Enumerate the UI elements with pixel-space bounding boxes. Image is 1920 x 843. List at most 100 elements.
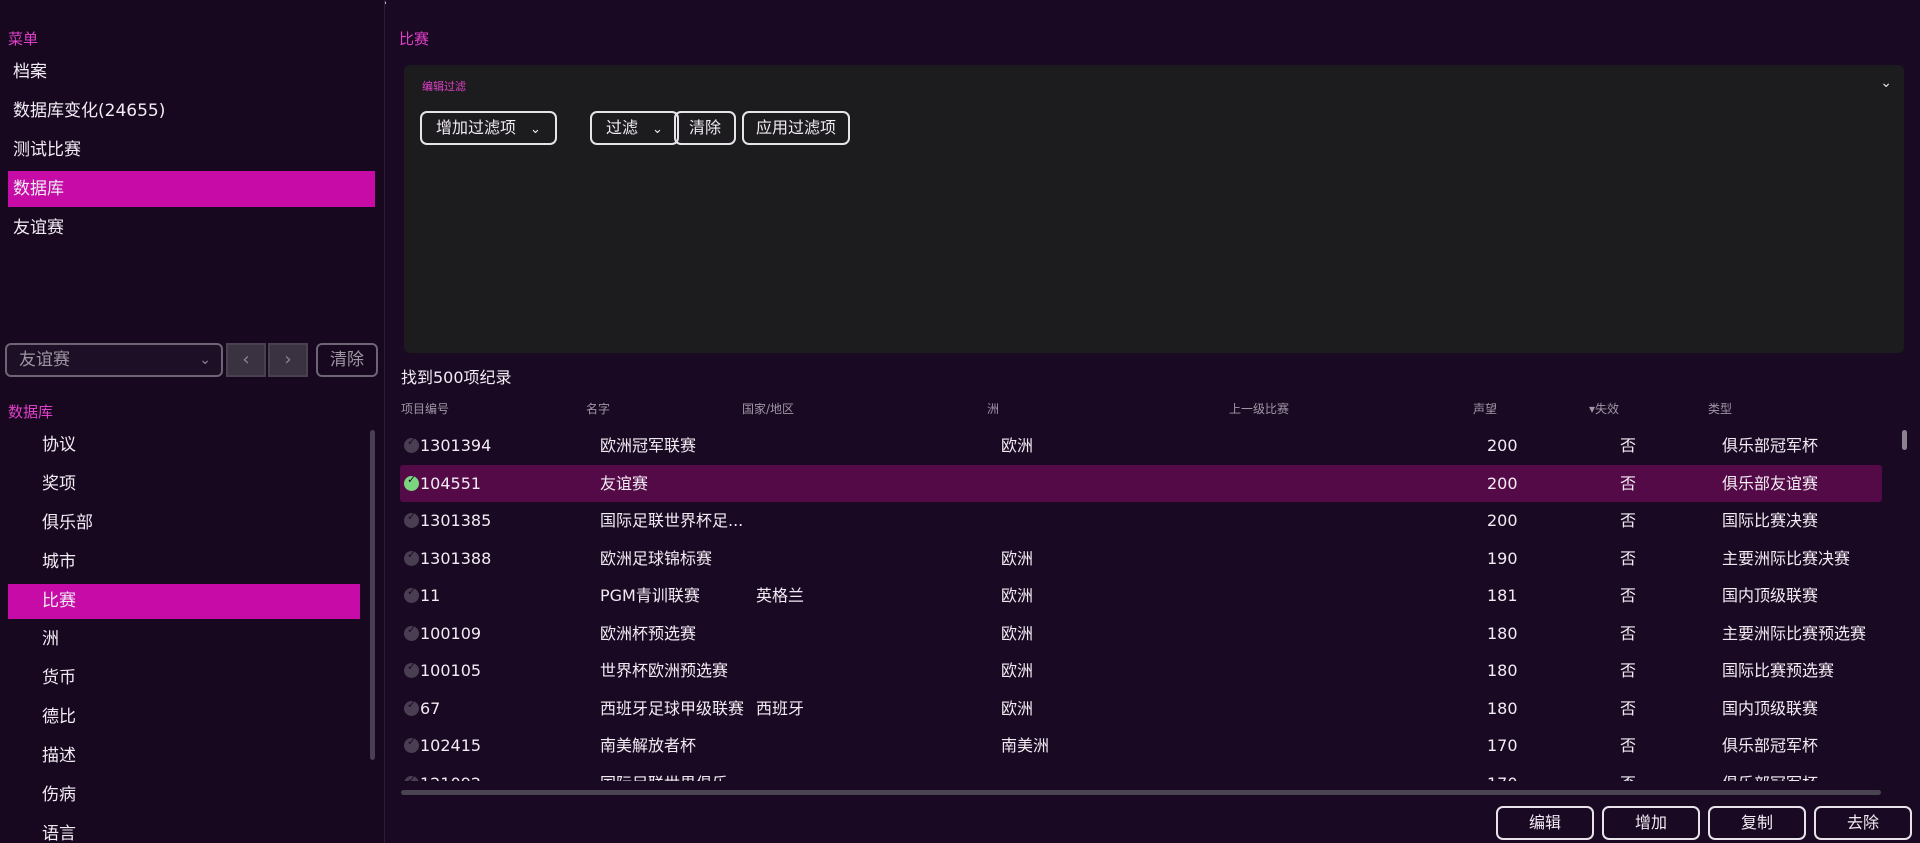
collapse-chevron-icon[interactable]: ⌄ [1880,75,1892,91]
add-button[interactable]: 增加 [1602,806,1700,840]
cell-reputation: 170 [1487,736,1518,755]
history-combo-value: 友谊赛 [19,350,70,370]
cell-inactive: 否 [1620,698,1637,718]
cell-inactive: 否 [1620,765,1636,781]
cell-id: 67 [420,698,441,718]
check-circle-icon[interactable] [404,548,419,566]
table-row[interactable]: 1301385 国际足联世界杯足... 200 否 国际比赛决赛 [400,502,1882,539]
cell-reputation: 181 [1487,586,1518,605]
cell-nation: 西班牙 [756,698,805,718]
check-circle-icon[interactable] [404,735,419,753]
menu-item-profile[interactable]: 档案 [8,54,375,90]
db-item-descriptions[interactable]: 描述 [8,739,360,774]
copy-button[interactable]: 复制 [1708,806,1806,840]
cell-continent: 南美洲 [1001,736,1050,755]
db-item-clubs[interactable]: 俱乐部 [8,506,360,541]
check-circle-icon[interactable] [404,473,419,491]
column-header-type[interactable]: 类型 [1708,400,1732,417]
cell-id: 100105 [420,661,482,680]
column-header-reputation[interactable]: 声望 [1473,400,1497,417]
db-item-cities[interactable]: 城市 [8,545,360,580]
menu-item-database[interactable]: 数据库 [8,171,375,207]
cell-id: 1301388 [420,548,492,568]
filter-title: 编辑过滤 [422,80,466,93]
chevron-left-icon: ‹ [242,349,250,370]
remove-button[interactable]: 去除 [1814,806,1912,840]
cell-continent: 欧洲 [1001,623,1034,643]
table-horizontal-scrollbar[interactable] [401,790,1881,795]
table-row[interactable]: 100109 欧洲杯预选赛 欧洲 180 否 主要洲际比赛预选赛 [400,615,1882,652]
filter-dropdown-label: 过滤 [606,118,639,137]
table-row[interactable]: 1301388 欧洲足球锦标赛 欧洲 190 否 主要洲际比赛决赛 [400,540,1882,577]
cell-inactive: 否 [1620,436,1637,455]
cell-id: 11 [420,586,441,605]
database-scrollbar[interactable] [370,430,375,760]
apply-filter-button[interactable]: 应用过滤项 [742,111,851,145]
clear-history-button[interactable]: 清除 [316,343,378,377]
column-header-id[interactable]: 项目编号 [401,400,449,417]
cell-inactive: 否 [1620,586,1637,605]
db-item-awards[interactable]: 奖项 [8,467,360,502]
column-header-inactive[interactable]: ▾失效 [1589,400,1619,417]
table-row[interactable]: 104551 友谊赛 200 否 俱乐部友谊赛 [400,464,1882,502]
table-row[interactable]: 121092 国际足联世界俱乐 170 否 俱乐部冠军杯 [400,765,1882,781]
menu-item-test-match[interactable]: 测试比赛 [8,132,375,168]
column-header-name[interactable]: 名字 [586,400,610,417]
filter-dropdown[interactable]: 过滤 ⌄ [590,111,679,145]
menu-item-database-changes[interactable]: 数据库变化(24655) [8,93,375,129]
left-panel: 菜单 档案 数据库变化(24655) 测试比赛 数据库 友谊赛 友谊赛 ⌄ ‹ … [0,0,385,843]
cell-id: 104551 [420,473,482,493]
cell-type: 国内顶级联赛 [1722,698,1819,718]
db-item-derbies[interactable]: 德比 [8,700,360,735]
cell-id: 102415 [420,736,482,755]
cell-name: 欧洲杯预选赛 [600,623,697,643]
column-header-parent[interactable]: 上一级比赛 [1229,400,1289,417]
db-item-competitions[interactable]: 比赛 [8,584,360,619]
table-row[interactable]: 100105 世界杯欧洲预选赛 欧洲 180 否 国际比赛预选赛 [400,652,1882,689]
cell-reputation: 180 [1487,698,1518,718]
history-combo[interactable]: 友谊赛 ⌄ [5,343,223,377]
cell-type: 俱乐部冠军杯 [1722,736,1819,755]
table-row[interactable]: 102415 南美解放者杯 南美洲 170 否 俱乐部冠军杯 [400,727,1882,764]
cell-type: 俱乐部友谊赛 [1722,473,1819,493]
prev-button[interactable]: ‹ [226,343,266,377]
cell-name: 国际足联世界杯足... [600,511,744,530]
chevron-down-icon: ⌄ [199,352,211,368]
check-circle-icon[interactable] [404,510,419,528]
check-circle-icon[interactable] [404,773,419,781]
table-row[interactable]: 67 西班牙足球甲级联赛西班牙 欧洲 180 否 国内顶级联赛 [400,690,1882,727]
db-item-languages[interactable]: 语言 [8,817,360,843]
cell-continent: 欧洲 [1001,661,1034,680]
table-row[interactable]: 1301394 欧洲冠军联赛 欧洲 200 否 俱乐部冠军杯 [400,427,1882,464]
check-circle-icon[interactable] [404,698,419,716]
column-header-nation[interactable]: 国家/地区 [742,400,794,417]
menu-item-friendly[interactable]: 友谊赛 [8,210,375,246]
cell-name: 欧洲足球锦标赛 [600,548,713,568]
cell-continent: 欧洲 [1001,436,1034,455]
table-row[interactable]: 11 PGM青训联赛 英格兰 欧洲 181 否 国内顶级联赛 [400,577,1882,614]
cell-inactive: 否 [1620,473,1637,493]
table-vertical-scrollbar[interactable] [1902,430,1907,450]
edit-button[interactable]: 编辑 [1496,806,1594,840]
cell-type: 国际比赛决赛 [1722,511,1819,530]
check-circle-icon[interactable] [404,585,419,603]
next-button[interactable]: › [268,343,308,377]
check-circle-icon[interactable] [404,660,419,678]
db-item-currencies[interactable]: 货币 [8,661,360,696]
db-item-contracts[interactable]: 协议 [8,428,360,463]
cell-inactive: 否 [1620,623,1637,643]
check-circle-icon[interactable] [404,435,419,453]
db-item-injuries[interactable]: 伤病 [8,778,360,813]
cell-name: 南美解放者杯 [600,736,697,755]
cell-name: 世界杯欧洲预选赛 [600,661,729,680]
cell-reputation: 200 [1487,511,1518,530]
add-filter-button[interactable]: 增加过滤项 ⌄ [420,111,557,145]
cell-reputation: 180 [1487,661,1518,680]
column-header-inactive-label: 失效 [1595,402,1620,416]
cell-inactive: 否 [1620,548,1637,568]
column-header-continent[interactable]: 洲 [987,400,999,417]
db-item-continents[interactable]: 洲 [8,622,360,657]
clear-filter-button[interactable]: 清除 [674,111,737,145]
check-circle-icon[interactable] [404,623,419,641]
chevron-down-icon: ⌄ [530,122,541,137]
